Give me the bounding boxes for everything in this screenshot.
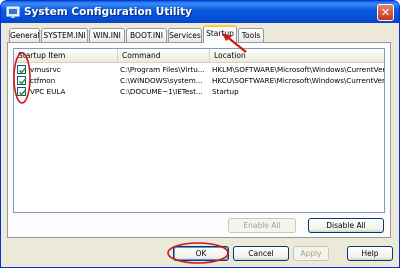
table-row[interactable]: vmusrvc C:\Program Files\Virtu... HKLM\S… bbox=[14, 64, 384, 75]
tab-startup[interactable]: Startup bbox=[203, 25, 237, 43]
cancel-button[interactable]: Cancel bbox=[233, 246, 289, 261]
system-configuration-window: System Configuration Utility ✕ General S… bbox=[0, 0, 400, 268]
tab-win-ini[interactable]: WIN.INI bbox=[89, 28, 125, 42]
startup-items-list[interactable]: Startup Item Command Location vmusrvc C:… bbox=[13, 48, 385, 213]
window-title: System Configuration Utility bbox=[24, 6, 192, 18]
startup-item-name: vmusrvc bbox=[30, 65, 61, 74]
startup-item-location: HKLM\SOFTWARE\Microsoft\Windows\CurrentV… bbox=[212, 65, 384, 74]
help-button[interactable]: Help bbox=[347, 246, 393, 261]
column-header-command[interactable]: Command bbox=[118, 49, 210, 63]
checkmark-icon bbox=[18, 78, 27, 85]
close-button[interactable]: ✕ bbox=[377, 4, 394, 21]
row-checkbox[interactable] bbox=[17, 87, 27, 96]
table-row[interactable]: ctfmon C:\WINDOWS\system... HKCU\SOFTWAR… bbox=[14, 75, 384, 86]
startup-item-command: C:\WINDOWS\system... bbox=[120, 76, 203, 85]
startup-item-command: C:\DOCUME~1\IETest... bbox=[120, 87, 203, 96]
tab-system-ini[interactable]: SYSTEM.INI bbox=[41, 28, 88, 42]
tab-services[interactable]: Services bbox=[168, 28, 202, 42]
tab-boot-ini[interactable]: BOOT.INI bbox=[126, 28, 167, 42]
list-header: Startup Item Command Location bbox=[14, 49, 384, 63]
checkmark-icon bbox=[18, 67, 27, 74]
enable-all-button[interactable]: Enable All bbox=[228, 218, 296, 233]
column-header-startup-item[interactable]: Startup Item bbox=[14, 49, 118, 63]
startup-item-location: HKCU\SOFTWARE\Microsoft\Windows\CurrentV… bbox=[212, 76, 384, 85]
startup-item-name: VPC EULA bbox=[30, 87, 66, 96]
startup-item-location: Startup bbox=[212, 87, 239, 96]
apply-button[interactable]: Apply bbox=[293, 246, 329, 261]
ok-button[interactable]: OK bbox=[173, 246, 229, 261]
tab-general[interactable]: General bbox=[9, 28, 40, 42]
close-icon: ✕ bbox=[380, 6, 391, 19]
startup-tab-panel: Startup Item Command Location vmusrvc C:… bbox=[7, 42, 391, 238]
row-checkbox[interactable] bbox=[17, 76, 27, 85]
checkmark-icon bbox=[18, 89, 27, 96]
column-header-location[interactable]: Location bbox=[210, 49, 384, 63]
disable-all-button[interactable]: Disable All bbox=[308, 218, 384, 233]
title-bar[interactable]: System Configuration Utility ✕ bbox=[1, 1, 399, 23]
startup-item-name: ctfmon bbox=[30, 76, 56, 85]
table-row[interactable]: VPC EULA C:\DOCUME~1\IETest... Startup bbox=[14, 86, 384, 97]
row-checkbox[interactable] bbox=[17, 65, 27, 74]
tab-tools[interactable]: Tools bbox=[238, 28, 264, 42]
startup-item-command: C:\Program Files\Virtu... bbox=[120, 65, 205, 74]
msconfig-app-icon bbox=[6, 6, 20, 18]
